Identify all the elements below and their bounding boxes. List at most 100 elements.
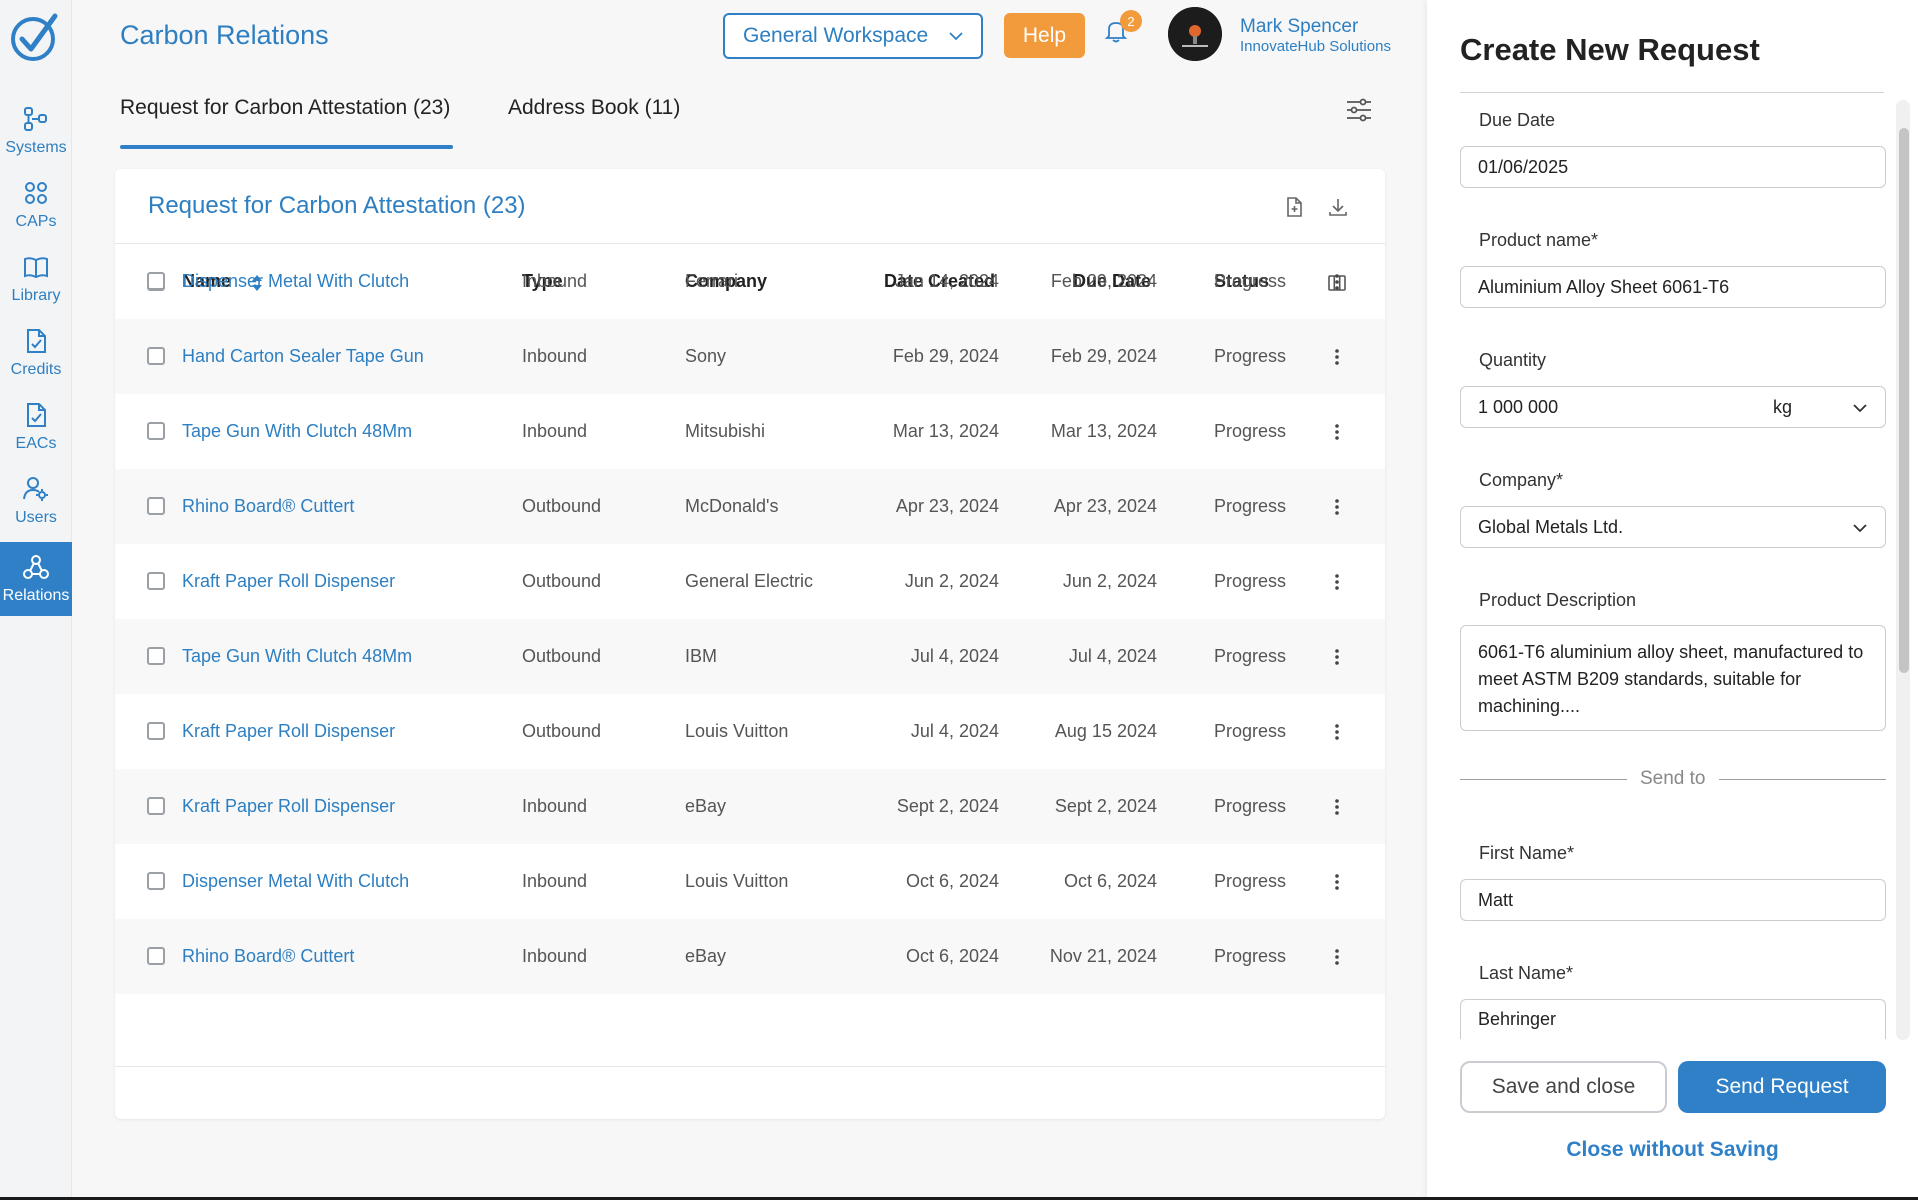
table-row[interactable]: Hand Carton Sealer Tape Gun Inbound Sony Fe… bbox=[115, 319, 1385, 394]
workspace-select[interactable]: General Workspace bbox=[723, 13, 983, 59]
notification-badge: 2 bbox=[1120, 10, 1142, 32]
row-status: Progress bbox=[1214, 946, 1287, 966]
more-options-icon[interactable] bbox=[1327, 722, 1347, 742]
sidebar-item-caps[interactable]: CAPs bbox=[0, 168, 72, 242]
company-label: Company* bbox=[1479, 470, 1564, 490]
row-company: McDonald's bbox=[685, 496, 779, 516]
users-icon bbox=[23, 477, 48, 501]
row-checkbox[interactable] bbox=[147, 497, 165, 515]
user-org: InnovateHub Solutions bbox=[1240, 38, 1391, 55]
row-name-link[interactable]: Kraft Paper Roll Dispenser bbox=[182, 721, 395, 742]
more-options-icon[interactable] bbox=[1327, 347, 1347, 367]
save-and-close-button[interactable]: Save and close bbox=[1460, 1061, 1667, 1113]
last-name-label: Last Name* bbox=[1479, 963, 1574, 983]
row-name-link[interactable]: Kraft Paper Roll Dispenser bbox=[182, 796, 395, 817]
row-checkbox[interactable] bbox=[147, 272, 165, 290]
row-name-link[interactable]: Hand Carton Sealer Tape Gun bbox=[182, 346, 424, 367]
add-document-icon[interactable] bbox=[1283, 196, 1305, 218]
row-status: Progress bbox=[1214, 346, 1287, 366]
description-field[interactable]: 6061-T6 aluminium alloy sheet, manufactu… bbox=[1460, 625, 1886, 731]
row-date-created: Feb 29, 2024 bbox=[892, 346, 999, 366]
more-options-icon[interactable] bbox=[1327, 272, 1347, 292]
download-icon[interactable] bbox=[1327, 196, 1349, 218]
filter-settings-icon[interactable] bbox=[1344, 95, 1374, 125]
sidebar-item-credits[interactable]: Credits bbox=[0, 316, 72, 390]
quantity-value: 1 000 000 bbox=[1478, 396, 1559, 417]
row-name-link[interactable]: Dispenser Metal With Clutch bbox=[182, 871, 409, 892]
row-checkbox[interactable] bbox=[147, 722, 165, 740]
sidebar-item-label: CAPs bbox=[15, 213, 57, 230]
row-name-link[interactable]: Tape Gun With Clutch 48Mm bbox=[182, 646, 412, 667]
app-title: Carbon Relations bbox=[120, 20, 329, 50]
table-row[interactable]: Rhino Board® Cuttert Outbound McDonald's Ap… bbox=[115, 469, 1385, 544]
row-due-date: Aug 15 2024 bbox=[1054, 721, 1157, 741]
row-type: Outbound bbox=[522, 721, 602, 741]
more-options-icon[interactable] bbox=[1327, 797, 1347, 817]
sidebar-item-label: Library bbox=[11, 287, 61, 304]
row-status: Progress bbox=[1214, 421, 1287, 441]
send-to-label: Send to bbox=[1640, 768, 1706, 789]
due-date-field[interactable]: 01/06/2025 bbox=[1460, 146, 1886, 188]
last-name-field[interactable]: Behringer bbox=[1460, 999, 1886, 1039]
row-checkbox[interactable] bbox=[147, 647, 165, 665]
table-row[interactable]: Kraft Paper Roll Dispenser Inbound eBay Sep… bbox=[115, 769, 1385, 844]
row-company: eBay bbox=[685, 796, 727, 816]
sidebar-item-label: Users bbox=[15, 509, 57, 526]
app-logo[interactable] bbox=[8, 10, 62, 64]
more-options-icon[interactable] bbox=[1327, 422, 1347, 442]
first-name-field[interactable]: Matt bbox=[1460, 879, 1886, 921]
table-row[interactable]: Dispenser Metal With Clutch Inbound Louis … bbox=[115, 844, 1385, 919]
row-due-date: Sept 2, 2024 bbox=[1054, 796, 1157, 816]
table-row[interactable]: Tape Gun With Clutch 48Mm Outbound IBM Jul … bbox=[115, 619, 1385, 694]
sidebar-item-users[interactable]: Users bbox=[0, 464, 72, 538]
chevron-down-icon bbox=[1853, 524, 1867, 533]
send-request-button[interactable]: Send Request bbox=[1678, 1061, 1886, 1113]
more-options-icon[interactable] bbox=[1327, 647, 1347, 667]
scrollbar-thumb[interactable] bbox=[1899, 128, 1909, 673]
table-row[interactable]: Tape Gun With Clutch 48Mm Inbound Mitsubis… bbox=[115, 394, 1385, 469]
divider bbox=[1460, 779, 1627, 780]
sidebar-item-relations[interactable]: Relations bbox=[0, 542, 72, 616]
row-date-created: Jul 4, 2024 bbox=[910, 646, 999, 666]
card-title: Request for Carbon Attestation (23) bbox=[148, 192, 526, 219]
close-without-saving-link[interactable]: Close without Saving bbox=[1427, 1138, 1918, 1162]
table-row[interactable]: Rhino Board® Cuttert Inbound eBay Oct 6, 20… bbox=[115, 919, 1385, 994]
row-name-link[interactable]: Dispenser Metal With Clutch bbox=[182, 271, 409, 292]
row-name-link[interactable]: Kraft Paper Roll Dispenser bbox=[182, 571, 395, 592]
quantity-label: Quantity bbox=[1479, 350, 1547, 370]
more-options-icon[interactable] bbox=[1327, 497, 1347, 517]
row-checkbox[interactable] bbox=[147, 347, 165, 365]
avatar[interactable] bbox=[1168, 7, 1222, 61]
row-name-link[interactable]: Rhino Board® Cuttert bbox=[182, 496, 354, 517]
row-checkbox[interactable] bbox=[147, 422, 165, 440]
tab-carbon-attestation[interactable]: Request for Carbon Attestation (23) bbox=[120, 96, 450, 120]
sidebar-item-eacs[interactable]: EACs bbox=[0, 390, 72, 464]
row-company: Louis Vuitton bbox=[685, 721, 789, 741]
table-row[interactable]: Kraft Paper Roll Dispenser Outbound Louis … bbox=[115, 694, 1385, 769]
divider bbox=[1719, 779, 1886, 780]
tab-address-book[interactable]: Address Book (11) bbox=[508, 96, 680, 120]
row-company: General Electric bbox=[685, 571, 814, 591]
sidebar-item-systems[interactable]: Systems bbox=[0, 94, 72, 168]
product-name-field[interactable]: Aluminium Alloy Sheet 6061-T6 bbox=[1460, 266, 1886, 308]
unit-select[interactable]: kg bbox=[1756, 386, 1886, 428]
company-select[interactable]: Global Metals Ltd. bbox=[1460, 506, 1886, 548]
row-checkbox[interactable] bbox=[147, 572, 165, 590]
divider bbox=[115, 1066, 1385, 1067]
user-name[interactable]: Mark Spencer bbox=[1240, 16, 1358, 38]
table-row[interactable]: Dispenser Metal With Clutch Inbound Ferrar… bbox=[115, 244, 1385, 319]
row-name-link[interactable]: Rhino Board® Cuttert bbox=[182, 946, 354, 967]
sidebar-item-label: Systems bbox=[5, 139, 67, 156]
table-row[interactable]: Kraft Paper Roll Dispenser Outbound Genera… bbox=[115, 544, 1385, 619]
sidebar-item-library[interactable]: Library bbox=[0, 242, 72, 316]
row-checkbox[interactable] bbox=[147, 872, 165, 890]
help-button[interactable]: Help bbox=[1004, 13, 1085, 58]
row-checkbox[interactable] bbox=[147, 797, 165, 815]
more-options-icon[interactable] bbox=[1327, 872, 1347, 892]
row-checkbox[interactable] bbox=[147, 947, 165, 965]
more-options-icon[interactable] bbox=[1327, 572, 1347, 592]
credits-icon bbox=[27, 329, 46, 353]
row-name-link[interactable]: Tape Gun With Clutch 48Mm bbox=[182, 421, 412, 442]
more-options-icon[interactable] bbox=[1327, 947, 1347, 967]
quantity-field[interactable]: 1 000 000 bbox=[1460, 386, 1757, 428]
